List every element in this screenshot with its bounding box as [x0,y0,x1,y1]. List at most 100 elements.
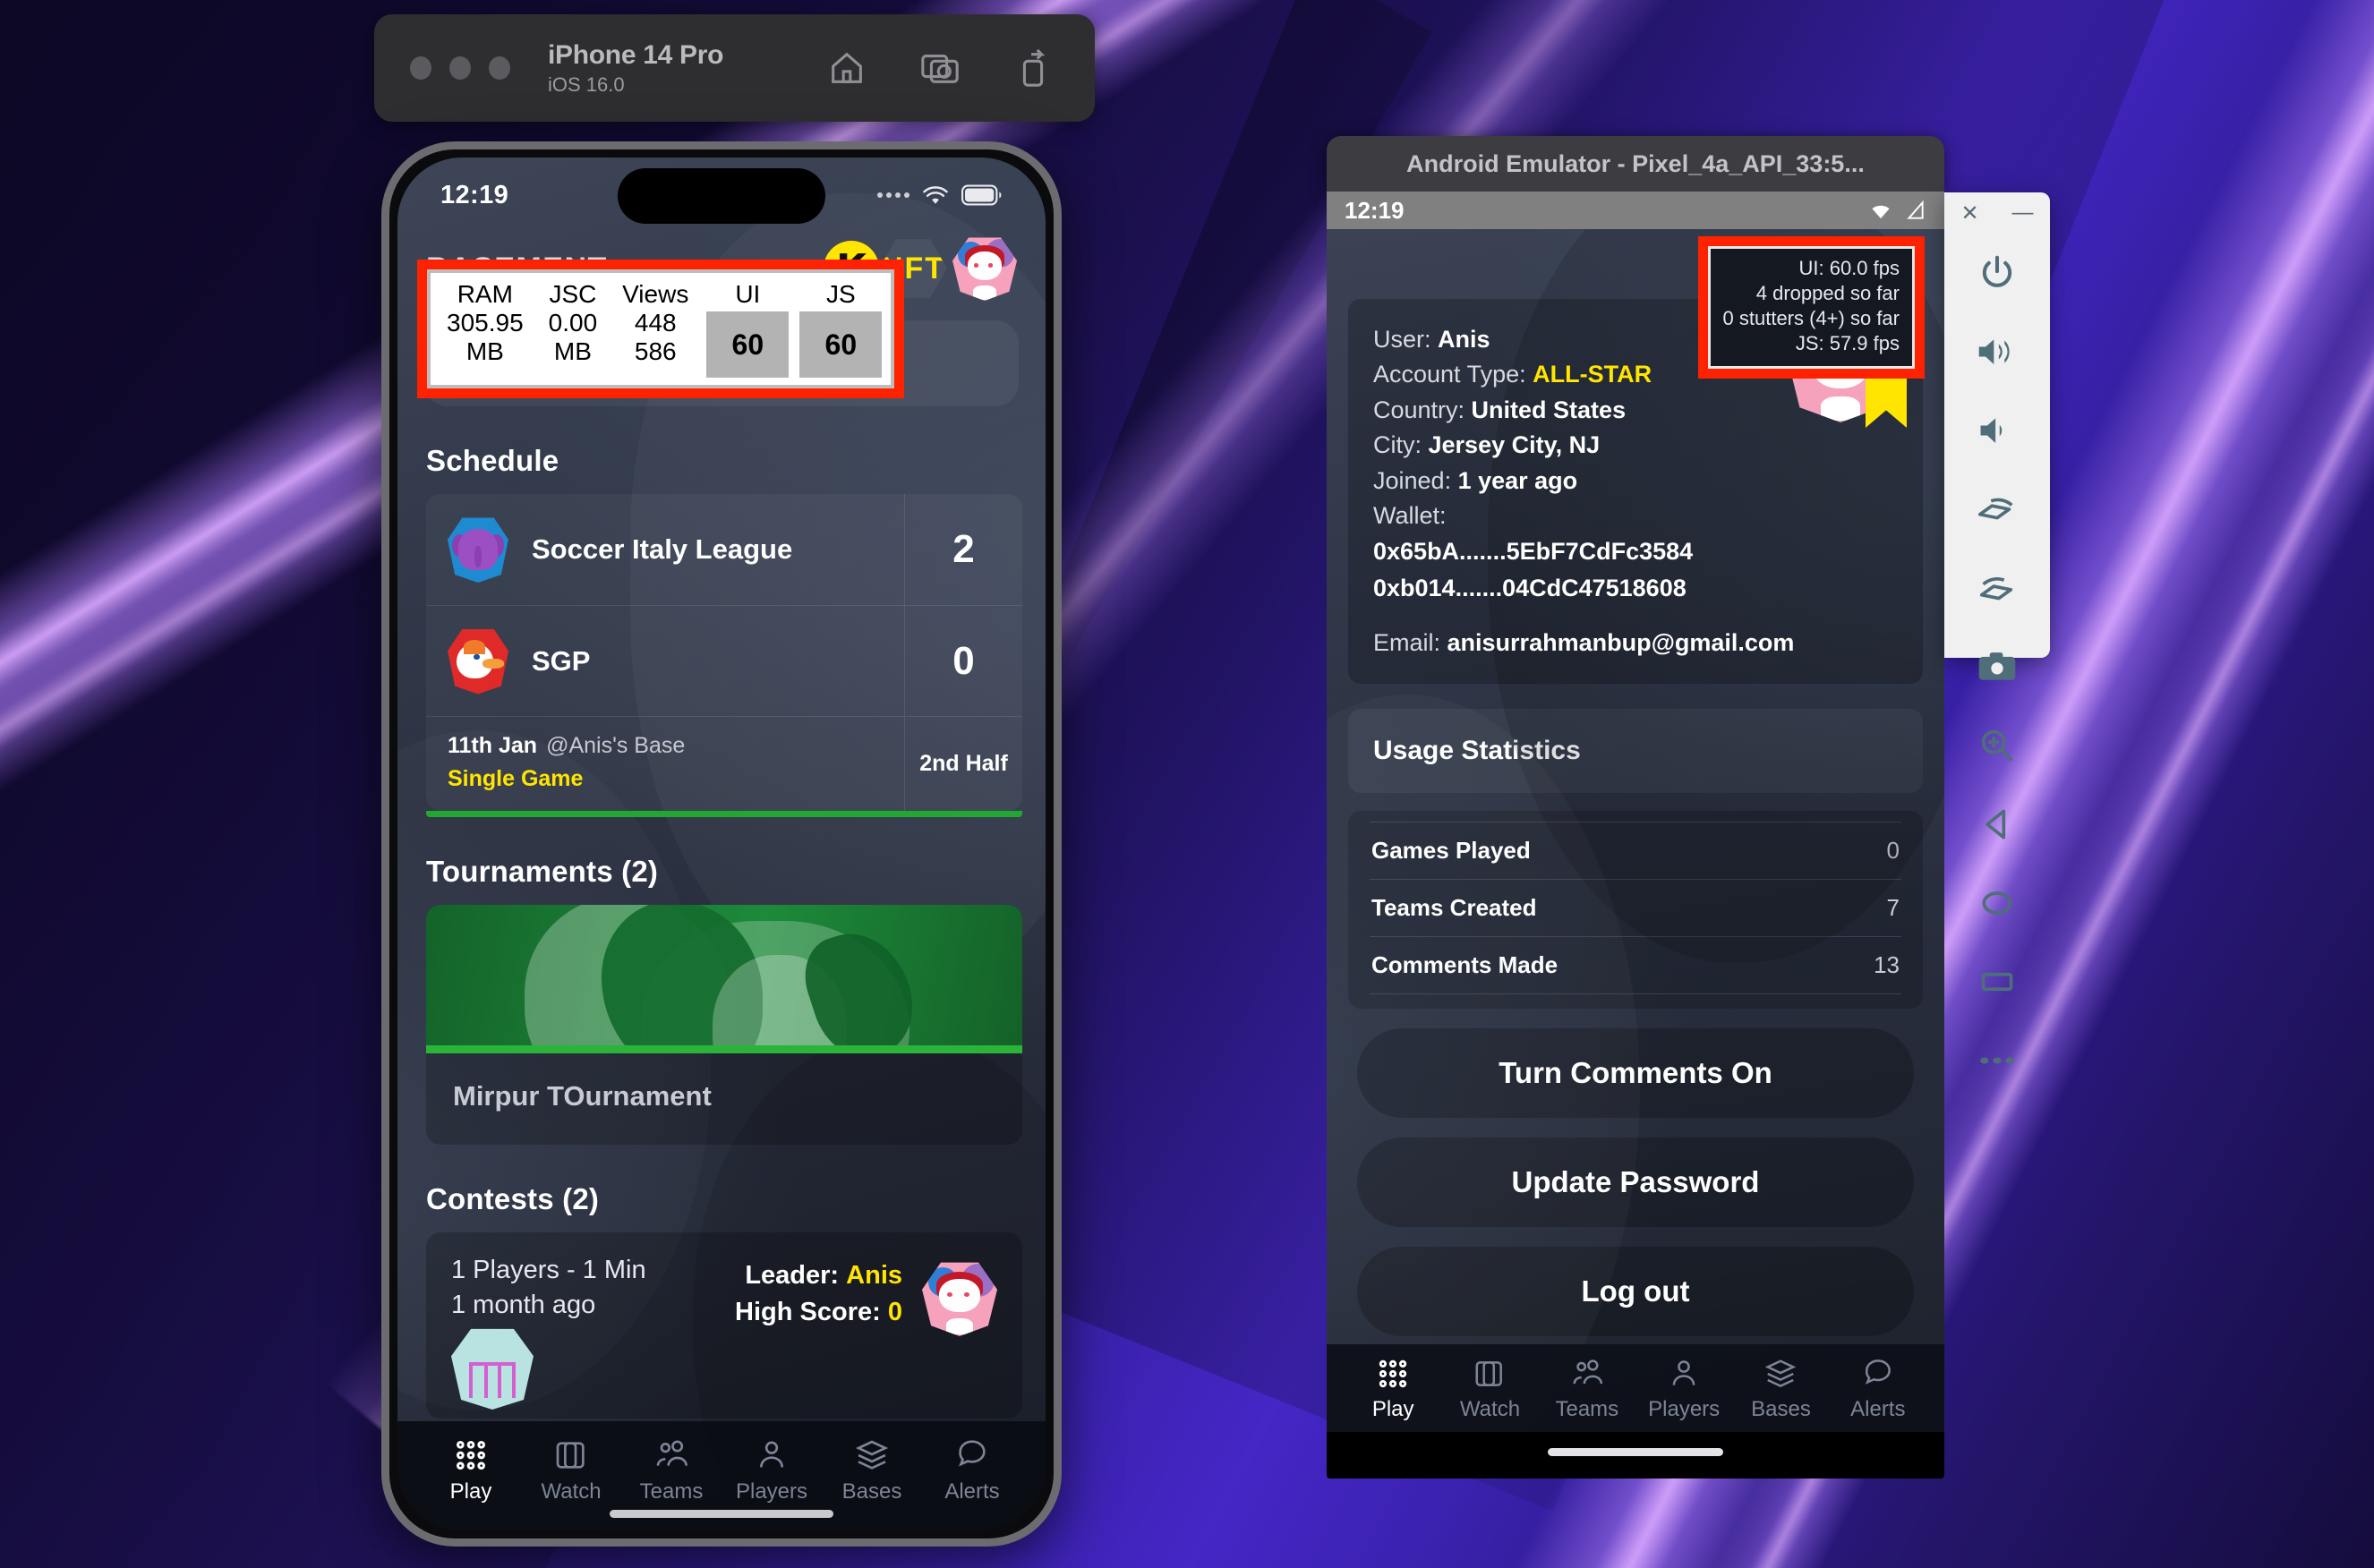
people-icon [656,1440,687,1466]
os-version: iOS 16.0 [548,72,625,96]
cards-icon [1475,1361,1503,1386]
more-icon[interactable] [1944,1021,2050,1100]
overview-icon[interactable] [1944,942,2050,1021]
schedule-venue: @Anis's Base [546,733,686,758]
minimize-button[interactable] [449,56,471,80]
emulator-window-controls: ✕ — [1944,192,2050,234]
duck-badge-icon [448,628,508,695]
perf-jsc-unit: MB [553,337,592,365]
table-row[interactable]: Soccer Italy League 2 [426,494,1022,605]
perf-js-fps: JS 60 [794,278,887,379]
mute-switch[interactable] [381,411,385,463]
android-app-viewport: UI: 60.0 fps 4 dropped so far 0 stutters… [1327,229,1944,1479]
home-indicator[interactable] [1548,1448,1723,1456]
contest-highscore-value: 0 [887,1298,902,1326]
city-value: Jersey City, NJ [1428,431,1601,459]
person-icon [1672,1360,1695,1385]
camera-icon[interactable] [1944,627,2050,706]
country-label: Country: [1373,396,1472,423]
avatar[interactable] [952,236,1017,301]
status-indicators [877,183,1003,207]
schedule-date: 11th Jan [448,733,538,758]
perf-ram-unit: MB [465,337,504,365]
power-button[interactable] [1058,570,1062,704]
contest-leader-avatar[interactable] [922,1261,997,1336]
performance-monitor[interactable]: RAM 305.95 MB JSC 0.00 MB Views 448 586 … [427,269,895,388]
contest-highscore: High Score: 0 [735,1298,902,1327]
perf-js-label: JS [825,280,856,308]
window-traffic-lights[interactable] [410,56,510,80]
device-name: iPhone 14 Pro [548,39,724,70]
tab-teams[interactable]: Teams [1539,1357,1635,1422]
tab-play[interactable]: Play [1345,1357,1441,1422]
people-icon [1573,1359,1602,1385]
volume-down-button[interactable] [381,633,385,731]
android-navigation-bar [1327,1432,1944,1479]
close-icon[interactable]: ✕ [1960,200,1978,226]
perf-ui-fps: UI: 60.0 fps [1798,257,1900,279]
rotate-icon[interactable] [1012,47,1054,89]
tab-label: Players [1648,1397,1721,1421]
tab-label: Watch [1459,1397,1521,1421]
schedule-card[interactable]: Soccer Italy League 2 SGP 0 11th Jan @An… [426,494,1022,811]
contest-leader-label: Leader: [745,1261,847,1290]
volume-up-button[interactable] [381,507,385,606]
rotate-right-icon[interactable] [1944,549,2050,627]
schedule-period: 2nd Half [919,751,1008,776]
tab-bases[interactable]: Bases [822,1437,922,1504]
account-label: Account Type: [1373,361,1533,388]
power-icon[interactable] [1944,234,2050,312]
tab-alerts[interactable]: Alerts [922,1437,1022,1504]
close-button[interactable] [410,56,431,80]
android-emulator-window: Android Emulator - Pixel_4a_API_33:5... … [1327,136,1944,1479]
table-row[interactable]: SGP 0 [426,605,1022,716]
tournament-card[interactable]: Mirpur TOurnament [426,905,1022,1145]
perf-views-column: Views 448 586 [610,278,701,379]
tab-teams[interactable]: Teams [621,1437,722,1504]
layers-icon [855,1440,889,1470]
emulator-side-toolbar: ✕ — [1944,192,2050,1064]
tab-players[interactable]: Players [722,1437,822,1504]
contest-card[interactable]: 1 Players - 1 Min 1 month ago Leader: An… [426,1232,1022,1419]
ios-simulator-toolbar [826,47,1054,89]
schedule-team-cell: SGP [426,606,904,716]
tournament-name: Mirpur TOurnament [453,1080,712,1112]
perf-jsc-column: JSC 0.00 MB [536,278,611,379]
zoom-icon[interactable] [1944,706,2050,785]
app-viewport: 12:19 BASEMENT K NFT RAM 305.95 MB JSC 0… [397,158,1046,1530]
tab-watch[interactable]: Watch [521,1437,621,1504]
tab-bases[interactable]: Bases [1732,1357,1829,1422]
tab-label: Players [735,1479,808,1504]
maximize-button[interactable] [489,56,510,80]
schedule-footer[interactable]: 11th Jan @Anis's Base Single Game 2nd Hal… [426,716,1022,811]
tab-label: Teams [1555,1397,1619,1421]
home-icon[interactable] [1944,864,2050,942]
tab-play[interactable]: Play [421,1437,521,1504]
volume-up-icon[interactable] [1944,312,2050,391]
schedule-score-cell: 2 [904,494,1022,605]
android-performance-highlight: UI: 60.0 fps 4 dropped so far 0 stutters… [1697,236,1925,379]
wallet-address-1[interactable]: 0x65bA.......5EbF7CdFc3584 [1373,533,1898,570]
tab-alerts[interactable]: Alerts [1830,1357,1926,1422]
volume-down-icon[interactable] [1944,391,2050,470]
perf-views-value: 448 [634,308,677,337]
contest-age: 1 month ago [451,1291,596,1319]
grid-icon [456,1440,485,1470]
android-emulator-titlebar: Android Emulator - Pixel_4a_API_33:5... [1327,136,1944,192]
rotate-left-icon[interactable] [1944,470,2050,549]
cards-icon [556,1442,585,1469]
home-indicator[interactable] [610,1510,833,1518]
grid-icon [1379,1359,1407,1388]
tab-players[interactable]: Players [1635,1357,1732,1422]
android-performance-monitor[interactable]: UI: 60.0 fps 4 dropped so far 0 stutters… [1707,246,1915,369]
minimize-icon[interactable]: — [2012,200,2034,226]
wallet-address-2[interactable]: 0xb014.......04CdC47518608 [1373,570,1898,607]
tab-watch[interactable]: Watch [1441,1357,1538,1422]
back-icon[interactable] [1944,785,2050,864]
chat-icon [1865,1359,1891,1385]
home-icon[interactable] [826,47,867,89]
screenshot-icon[interactable] [919,47,961,89]
perf-js-fps: JS: 57.9 fps [1795,332,1900,355]
avatar-hex-mask [952,237,1017,301]
schedule-game-type: Single Game [448,766,584,791]
